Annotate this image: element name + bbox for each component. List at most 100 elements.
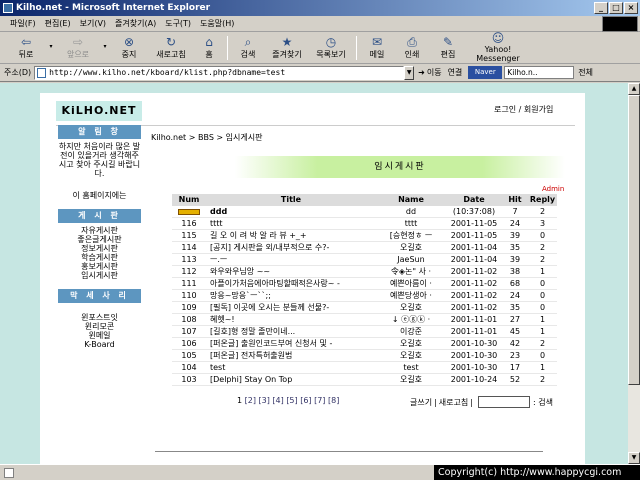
row-hit: 42 xyxy=(502,337,528,350)
table-row[interactable]: 103 [Delphi] Stay On Top 오길호 2001-10-24 52 2 xyxy=(172,373,557,386)
refresh-icon: ↻ xyxy=(165,34,177,49)
history-button[interactable]: ◷ 목록보기 xyxy=(309,33,353,63)
row-title[interactable]: 길 오 이 려 박 알 라 뷰 +_+ xyxy=(206,229,376,242)
table-row[interactable]: 114 [공지] 게시판을 외/내부적으로 수?- 오길호 2001-11-04 35 2 xyxy=(172,241,557,254)
board-search-input[interactable] xyxy=(477,396,530,408)
table-row[interactable]: 113 ㅡ.ㅡ JaeSun 2001-11-04 39 2 xyxy=(172,253,557,266)
sidebar-item-good[interactable]: 좋은글게시판 xyxy=(58,235,141,244)
page-link[interactable]: [3] xyxy=(259,396,270,405)
row-title[interactable]: 아플이가처음에아마팅할때적은사랑~ - xyxy=(206,277,376,290)
board-search-button[interactable]: : 검색 xyxy=(533,397,553,408)
maximize-button[interactable]: □ xyxy=(609,2,623,14)
back-button[interactable]: ⇦ 뒤로 xyxy=(6,33,46,63)
row-date: 2001-10-30 xyxy=(446,337,502,350)
home-button[interactable]: ⌂ 홈 xyxy=(194,33,224,63)
row-hit: 68 xyxy=(502,277,528,290)
login-link[interactable]: 로그인 / 회원가입 xyxy=(494,104,553,115)
refresh-button[interactable]: ↻ 새로고침 xyxy=(148,33,194,63)
search-button[interactable]: ⌕ 검색 xyxy=(231,33,265,63)
row-title[interactable]: [필독] 이곳에 오시는 분들께 선물?- xyxy=(206,301,376,314)
pagination: 1 [2] [3] [4] [5] [6] [7] [8] xyxy=(237,396,339,405)
sidebar-item-promo[interactable]: 홍보게시판 xyxy=(58,262,141,271)
table-row[interactable]: 105 [퍼온글] 전자특허출원법 오길호 2001-10-30 23 0 xyxy=(172,349,557,362)
row-name: test xyxy=(376,361,446,374)
messenger-button[interactable]: ☺ Yahoo! Messenger xyxy=(466,32,530,64)
scroll-down-icon[interactable]: ▼ xyxy=(628,452,640,464)
edit-button[interactable]: ✎ 편집 xyxy=(430,33,466,63)
menu-help[interactable]: 도움말(H) xyxy=(200,18,234,29)
site-logo[interactable]: KiLHO.NET xyxy=(56,101,142,121)
sidebar-link-mail[interactable]: 윈메일 xyxy=(58,331,141,340)
row-title[interactable]: 혜헷~! xyxy=(206,313,376,326)
table-row[interactable]: 115 길 오 이 려 박 알 라 뷰 +_+ [승현정ㅎ ㅡ 2001-11-05 3… xyxy=(172,229,557,242)
favorites-button[interactable]: ★ 즐겨찾기 xyxy=(265,33,309,63)
sidebar-link-kboard[interactable]: K-Board xyxy=(58,340,141,349)
sidebar-link-postit[interactable]: 윈포스트잇 xyxy=(58,313,141,322)
back-dropdown-icon[interactable]: ▾ xyxy=(46,41,56,55)
toolbar-search-input[interactable]: Kilho.n.. xyxy=(504,66,575,79)
page-link[interactable]: [6] xyxy=(300,396,311,405)
menu-view[interactable]: 보기(V) xyxy=(80,18,106,29)
row-title[interactable]: [퍼온글] 전자특허출원법 xyxy=(206,349,376,362)
scroll-up-icon[interactable]: ▲ xyxy=(628,83,640,95)
stop-button[interactable]: ⊗ 중지 xyxy=(110,33,148,63)
forward-button[interactable]: ⇨ 앞으로 xyxy=(56,33,100,63)
forward-dropdown-icon[interactable]: ▾ xyxy=(100,41,110,55)
sidebar-item-free[interactable]: 자유게시판 xyxy=(58,226,141,235)
mail-button[interactable]: ✉ 메일 xyxy=(360,33,394,63)
notice-icon xyxy=(172,206,206,218)
sidebar-item-info[interactable]: 정보게시판 xyxy=(58,244,141,253)
row-title[interactable]: 망응~망응`ㅡ``;; xyxy=(206,289,376,302)
table-row[interactable]: 110 망응~망응`ㅡ``;; 예쁜당생아 · 2001-11-02 24 0 xyxy=(172,289,557,302)
row-title[interactable]: ㅡ.ㅡ xyxy=(206,253,376,266)
scroll-thumb[interactable] xyxy=(628,95,640,385)
notice-title[interactable]: ddd xyxy=(206,206,376,218)
links-button[interactable]: 연결 xyxy=(448,67,463,78)
write-button[interactable]: 글쓰기 xyxy=(410,397,432,408)
scope-dropdown[interactable]: 전체 xyxy=(578,67,593,78)
row-title[interactable]: [퍼온글] 출원인코드부여 신청서 및 - xyxy=(206,337,376,350)
menu-edit[interactable]: 편집(E) xyxy=(45,18,71,29)
table-row[interactable]: 107 [길호]형 정말 졸만이네... 이강준 2001-11-01 45 1 xyxy=(172,325,557,338)
page-link[interactable]: [5] xyxy=(286,396,297,405)
menu-favorites[interactable]: 즐겨찾기(A) xyxy=(115,18,156,29)
page-link[interactable]: [8] xyxy=(328,396,339,405)
go-arrow-icon[interactable]: ➜ xyxy=(418,68,425,77)
row-title[interactable]: [길호]형 정말 졸만이네... xyxy=(206,325,376,338)
row-num: 115 xyxy=(172,229,206,242)
board-refresh-button[interactable]: 새로고침 xyxy=(439,397,468,408)
notice-row[interactable]: ddd dd (10:37:08) 7 2 xyxy=(172,206,557,218)
menu-tools[interactable]: 도구(T) xyxy=(165,18,191,29)
sidebar-item-study[interactable]: 학습게시판 xyxy=(58,253,141,262)
table-row[interactable]: 109 [필독] 이곳에 오시는 분들께 선물?- 오길호 2001-11-02 35 0 xyxy=(172,301,557,314)
close-button[interactable]: × xyxy=(624,2,638,14)
table-row[interactable]: 112 와우와우님앙 ~~ 令◈논" 사 · 2001-11-02 38 1 xyxy=(172,265,557,278)
address-dropdown-icon[interactable]: ▼ xyxy=(404,65,415,80)
table-row[interactable]: 111 아플이가처음에아마팅할때적은사랑~ - 예쁜아름이 · 2001-11-02 6… xyxy=(172,277,557,290)
table-row[interactable]: 116 tttt tttt 2001-11-05 24 3 xyxy=(172,217,557,230)
address-input[interactable]: http://www.kilho.net/kboard/klist.php?db… xyxy=(34,65,405,80)
vertical-scrollbar[interactable]: ▲ ▼ xyxy=(628,83,640,464)
row-reply: 1 xyxy=(528,325,557,338)
sidebar-link-remote[interactable]: 윈리모콘 xyxy=(58,322,141,331)
row-title[interactable]: test xyxy=(206,361,376,374)
row-title[interactable]: 와우와우님앙 ~~ xyxy=(206,265,376,278)
row-num: 103 xyxy=(172,373,206,386)
table-row[interactable]: 108 혜헷~! ↓ ⓔⓖⓚ · 2001-11-01 27 1 xyxy=(172,313,557,326)
page-link[interactable]: [4] xyxy=(272,396,283,405)
row-num: 109 xyxy=(172,301,206,314)
row-title[interactable]: [공지] 게시판을 외/내부적으로 수?- xyxy=(206,241,376,254)
row-hit: 27 xyxy=(502,313,528,326)
page-link[interactable]: [7] xyxy=(314,396,325,405)
table-row[interactable]: 106 [퍼온글] 출원인코드부여 신청서 및 - 오길호 2001-10-30 42 2 xyxy=(172,337,557,350)
go-button[interactable]: 이동 xyxy=(427,67,442,78)
table-row[interactable]: 104 test test 2001-10-30 17 1 xyxy=(172,361,557,374)
menu-file[interactable]: 파일(F) xyxy=(10,18,36,29)
admin-link[interactable]: Admin xyxy=(542,185,564,193)
row-title[interactable]: tttt xyxy=(206,217,376,230)
print-button[interactable]: ⎙ 인쇄 xyxy=(394,33,430,63)
page-link[interactable]: [2] xyxy=(245,396,256,405)
minimize-button[interactable]: _ xyxy=(594,2,608,14)
row-title[interactable]: [Delphi] Stay On Top xyxy=(206,373,376,386)
sidebar-item-temp[interactable]: 임시게시판 xyxy=(58,271,141,280)
